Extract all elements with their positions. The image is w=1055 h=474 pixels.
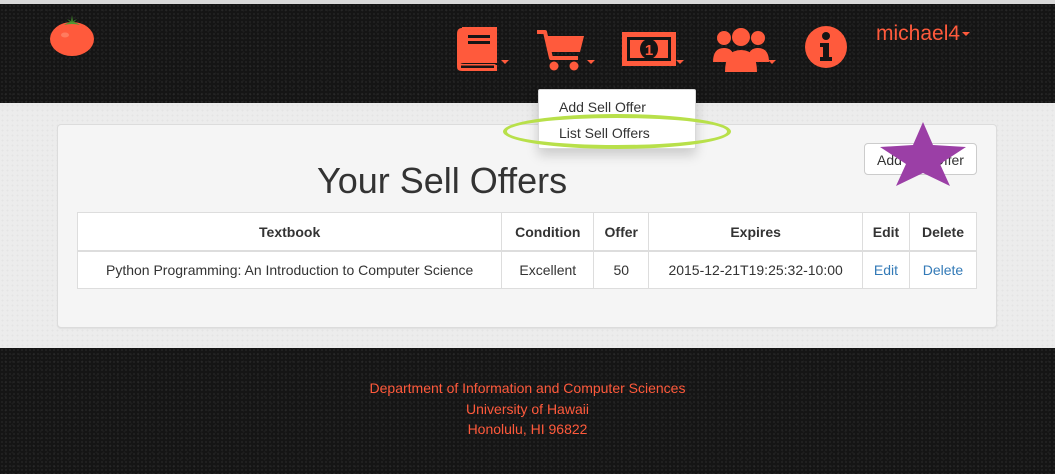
svg-text:1: 1 [645,42,653,59]
tomato-icon[interactable] [48,10,96,58]
footer-department: Department of Information and Computer S… [369,380,686,396]
navbar [0,0,1055,103]
footer-university: University of Hawaii [466,401,589,417]
chevron-down-icon [501,60,509,64]
cell-offer: 50 [593,250,650,289]
cell-delete: Delete [908,250,978,289]
username: michael4 [876,22,961,45]
footer: Department of Information and Computer S… [0,348,1055,474]
money-icon[interactable]: 1 [621,31,677,67]
header-condition: Condition [501,212,595,252]
chevron-down-icon [768,60,776,64]
chevron-down-icon [962,32,971,37]
cart-icon[interactable] [536,28,586,73]
table-header-row: Textbook Condition Offer Expires Edit De… [76,212,978,252]
menu-item-add-sell-offer[interactable]: Add Sell Offer [559,99,646,115]
cell-condition: Excellent [501,250,595,289]
cell-textbook: Python Programming: An Introduction to C… [76,250,503,289]
book-icon[interactable] [452,26,500,72]
offers-table: Textbook Condition Offer Expires Edit De… [76,212,978,289]
info-icon[interactable] [804,24,848,70]
chevron-down-icon [676,60,684,64]
cell-edit: Edit [862,250,910,289]
header-delete: Delete [908,212,978,252]
header-expires: Expires [648,212,863,252]
table-row: Python Programming: An Introduction to C… [76,250,978,289]
user-menu[interactable]: michael4 [876,22,971,46]
delete-link[interactable]: Delete [923,262,963,278]
users-icon[interactable] [712,24,770,74]
header-textbook: Textbook [76,212,503,252]
page-title: Your Sell Offers [317,160,568,201]
edit-link[interactable]: Edit [874,262,898,278]
header-offer: Offer [593,212,650,252]
menu-item-list-sell-offers[interactable]: List Sell Offers [559,125,650,141]
cart-dropdown-menu: Add Sell Offer List Sell Offers [538,89,696,149]
cell-expires: 2015-12-21T19:25:32-10:00 [648,250,863,289]
footer-address: Honolulu, HI 96822 [467,421,588,437]
chevron-down-icon [587,60,595,64]
star-icon [880,122,966,186]
header-edit: Edit [862,212,910,252]
